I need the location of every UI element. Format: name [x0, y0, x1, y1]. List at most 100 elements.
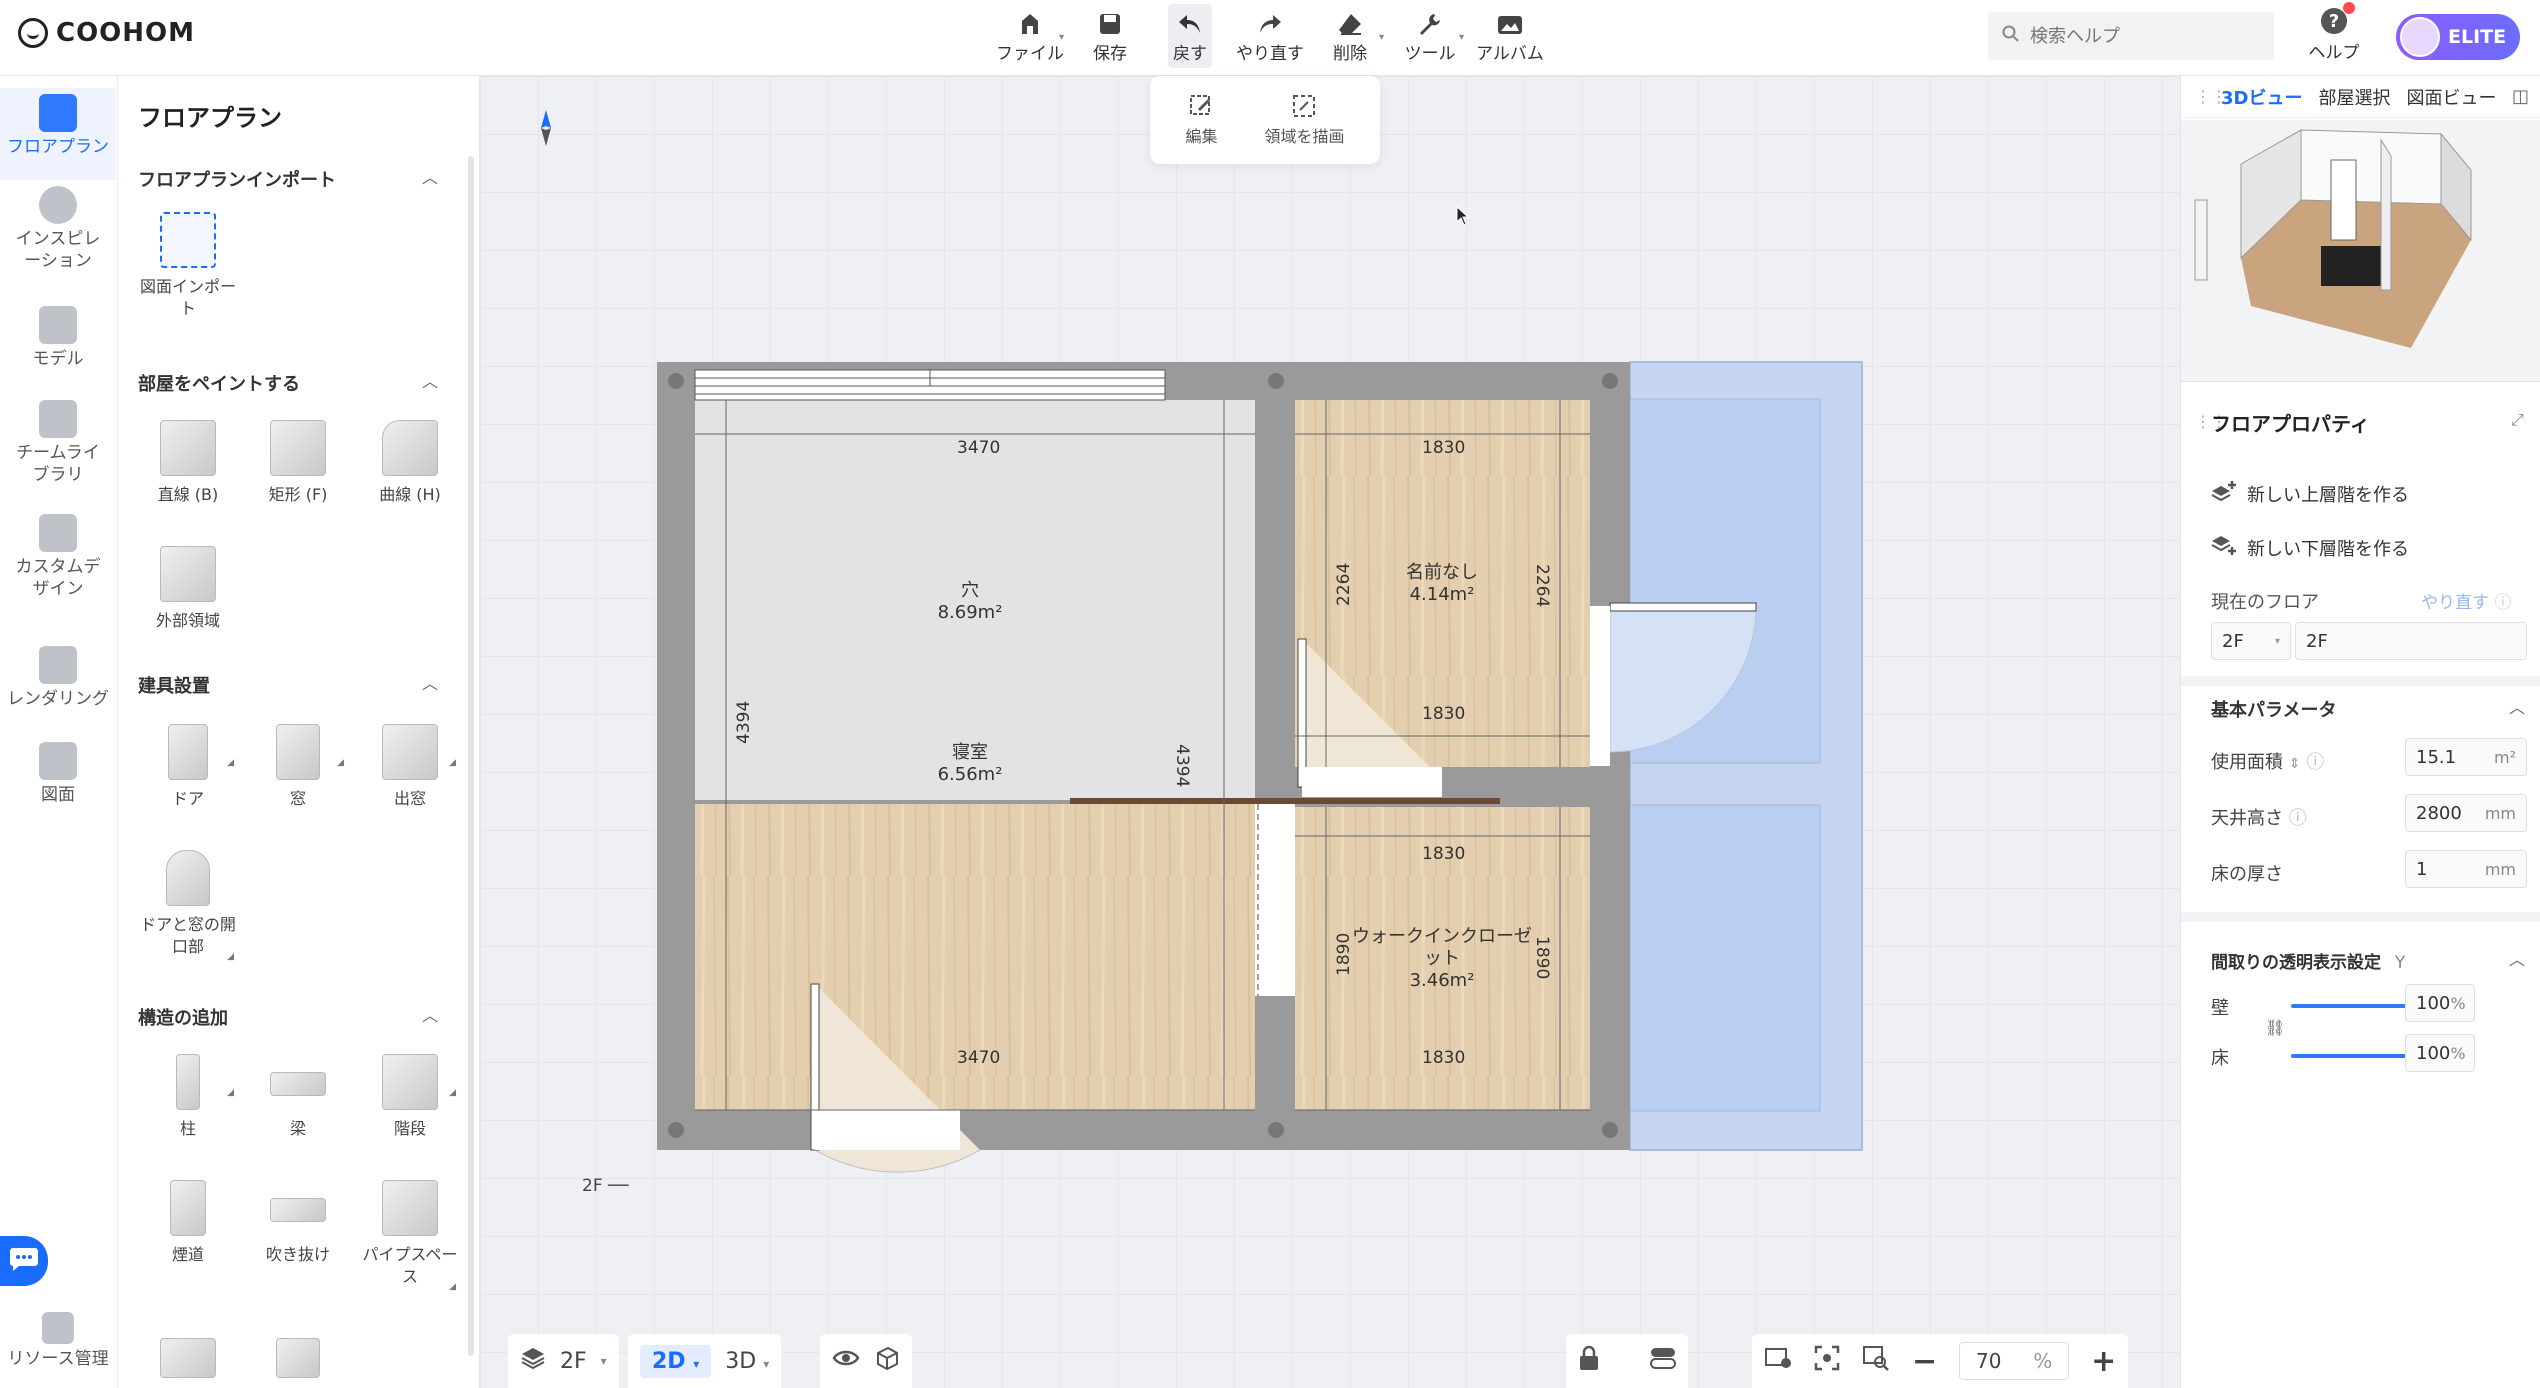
ceiling-label-text: 天井高さ [2211, 808, 2283, 829]
floor-name-input[interactable]: 2F [2295, 622, 2527, 660]
help-button[interactable]: ? ヘルプ [2302, 2, 2366, 70]
chevron-up-icon[interactable]: ︿ [2509, 946, 2525, 970]
chevron-up-icon[interactable]: ︿ [422, 1002, 438, 1026]
floor-select[interactable]: 2F ▾ [2211, 622, 2291, 660]
rail-item-inspiration[interactable]: インスピレーション [0, 186, 116, 272]
floor-thickness-input[interactable]: 1 mm [2405, 850, 2527, 888]
redo-link[interactable]: やり直す ⓘ [2421, 588, 2511, 613]
pipe-space-tile[interactable]: パイプスペース ◢ [360, 1180, 460, 1292]
file-button[interactable]: ファイル ▾ [990, 4, 1070, 68]
chevron-up-icon[interactable]: ︿ [422, 368, 438, 392]
paint-line-tile[interactable]: 直線 (B) [138, 420, 238, 506]
zoom-tools: − 70 % + [1752, 1334, 2129, 1388]
chevron-up-icon[interactable]: ︿ [422, 164, 438, 188]
area-input[interactable]: 15.1 m² [2405, 738, 2527, 776]
draw-area-button[interactable]: 領域を描画 [1264, 93, 1345, 147]
flue-tile[interactable]: 煙道 [138, 1180, 238, 1266]
focus-icon[interactable] [1814, 1345, 1840, 1377]
ceiling-height-input[interactable]: 2800 mm [2405, 794, 2527, 832]
transparency-title: 間取りの透明表示設定 Y [2211, 948, 2405, 973]
ceiling-value: 2800 [2416, 802, 2462, 824]
help-search[interactable] [1988, 12, 2274, 60]
save-button[interactable]: 保存 [1070, 4, 1150, 68]
chat-button[interactable] [0, 1236, 48, 1286]
room-label-bedroom[interactable]: 寝室 6.56m² [920, 742, 1020, 786]
album-icon [1495, 9, 1525, 39]
rail-item-drawing[interactable]: 図面 [0, 742, 116, 806]
dim-label: 3470 [957, 1048, 1001, 1068]
exterior-area-icon [160, 546, 216, 602]
import-drawing-tile[interactable]: 図面インポート [138, 212, 238, 320]
rail-item-rendering[interactable]: レンダリング [0, 646, 116, 710]
column-icon [176, 1054, 200, 1110]
3d-preview[interactable] [2181, 120, 2540, 382]
tile-label: 出窓 [393, 789, 426, 808]
fixture-section-title: 建具設置 [138, 676, 210, 697]
void-tile[interactable]: 吹き抜け [248, 1180, 348, 1266]
chevron-up-icon[interactable]: ︿ [422, 670, 438, 694]
view-tabs: ⋮⋮ 3Dビュー 部屋選択 図面ビュー ◫ [2181, 76, 2540, 118]
partial-tile[interactable] [138, 1338, 238, 1386]
chevron-up-icon[interactable]: ︿ [2509, 694, 2525, 718]
bay-window-tile[interactable]: 出窓 ◢ [360, 724, 460, 810]
search-input[interactable] [2030, 25, 2250, 47]
view-3d-label: 3D [725, 1348, 757, 1374]
tools-button[interactable]: ツール ▾ [1390, 4, 1470, 68]
expand-icon[interactable]: ⤢ [2511, 410, 2524, 430]
album-button[interactable]: アルバム [1470, 4, 1550, 68]
basic-params-title: 基本パラメータ [2211, 700, 2337, 721]
paint-rect-tile[interactable]: 矩形 (F) [248, 420, 348, 506]
floor-thickness-unit: mm [2484, 859, 2516, 879]
app-logo[interactable]: COOHOM [18, 18, 195, 48]
column-tile[interactable]: 柱 ◢ [138, 1054, 238, 1140]
beam-tile[interactable]: 梁 [248, 1054, 348, 1140]
tab-drawing-view[interactable]: 図面ビュー [2406, 84, 2496, 110]
zoom-fit-icon[interactable] [1862, 1345, 1890, 1377]
window-tile[interactable]: 窓 ◢ [248, 724, 348, 810]
floor-transparency-input[interactable]: 100 % [2405, 1034, 2475, 1072]
eye-icon[interactable] [832, 1348, 860, 1374]
toggle-icon[interactable] [1650, 1346, 1676, 1376]
redo-button[interactable]: やり直す [1230, 4, 1310, 68]
floorplan-canvas[interactable]: 3470 3470 4394 4394 1830 1830 2264 2264 … [480, 76, 2180, 1388]
edit-button[interactable]: 編集 [1185, 93, 1218, 147]
dim-label: 1830 [1422, 1048, 1466, 1068]
tab-3d-view[interactable]: 3Dビュー [2221, 84, 2302, 110]
zoom-input[interactable]: 70 % [1959, 1342, 2070, 1380]
zoom-in-icon[interactable]: + [2091, 1344, 2116, 1379]
wall-transparency-input[interactable]: 100 % [2405, 984, 2475, 1022]
zoom-out-icon[interactable]: − [1912, 1344, 1937, 1379]
door-tile[interactable]: ドア ◢ [138, 724, 238, 810]
drag-handle-icon[interactable]: ⋮⋮ [2195, 87, 2227, 106]
box-icon [276, 1338, 320, 1378]
rail-item-model[interactable]: モデル [0, 306, 116, 370]
paint-curve-tile[interactable]: 曲線 (H) [360, 420, 460, 506]
room-label-closet[interactable]: ウォークインクローゼット 3.46m² [1352, 926, 1532, 992]
rail-item-team-library[interactable]: チームライブラリ [0, 400, 116, 486]
account-badge[interactable]: ELITE [2396, 14, 2520, 60]
floor-switcher[interactable]: 2F ▾ [508, 1334, 619, 1388]
opening-tile[interactable]: ドアと窓の開口部 ◢ [138, 850, 238, 962]
partial-tile[interactable] [248, 1338, 348, 1386]
tab-room-select[interactable]: 部屋選択 [2318, 84, 2390, 110]
rail-item-custom-design[interactable]: カスタムデザイン [0, 514, 116, 600]
exterior-area-tile[interactable]: 外部領域 [138, 546, 238, 632]
room-label-unnamed[interactable]: 名前なし 4.14m² [1392, 562, 1492, 606]
room-label-hole[interactable]: 穴 8.69m² [920, 580, 1020, 624]
delete-button[interactable]: 削除 ▾ [1310, 4, 1390, 68]
lock-icon[interactable] [1578, 1345, 1600, 1377]
undo-button[interactable]: 戻す [1168, 4, 1212, 68]
rail-item-floorplan[interactable]: フロアプラン [0, 88, 116, 180]
link-icon[interactable]: ⛓ [2265, 1018, 2285, 1037]
collapse-panel-icon[interactable]: ◫ [2512, 86, 2529, 107]
new-lower-floor-button[interactable]: 新しい下層階を作る [2211, 534, 2409, 561]
cube-view-icon[interactable] [874, 1345, 900, 1377]
view-2d-button[interactable]: 2D ▾ [640, 1344, 712, 1378]
rail-item-resources[interactable]: リソース管理 [0, 1312, 116, 1370]
new-upper-floor-button[interactable]: 新しい上層階を作る [2211, 480, 2409, 507]
screen-settings-icon[interactable] [1764, 1345, 1792, 1377]
compass-icon[interactable] [540, 110, 552, 146]
library-scrollbar[interactable] [468, 156, 474, 1356]
stairs-tile[interactable]: 階段 ◢ [360, 1054, 460, 1140]
view-3d-button[interactable]: 3D ▾ [725, 1349, 769, 1374]
